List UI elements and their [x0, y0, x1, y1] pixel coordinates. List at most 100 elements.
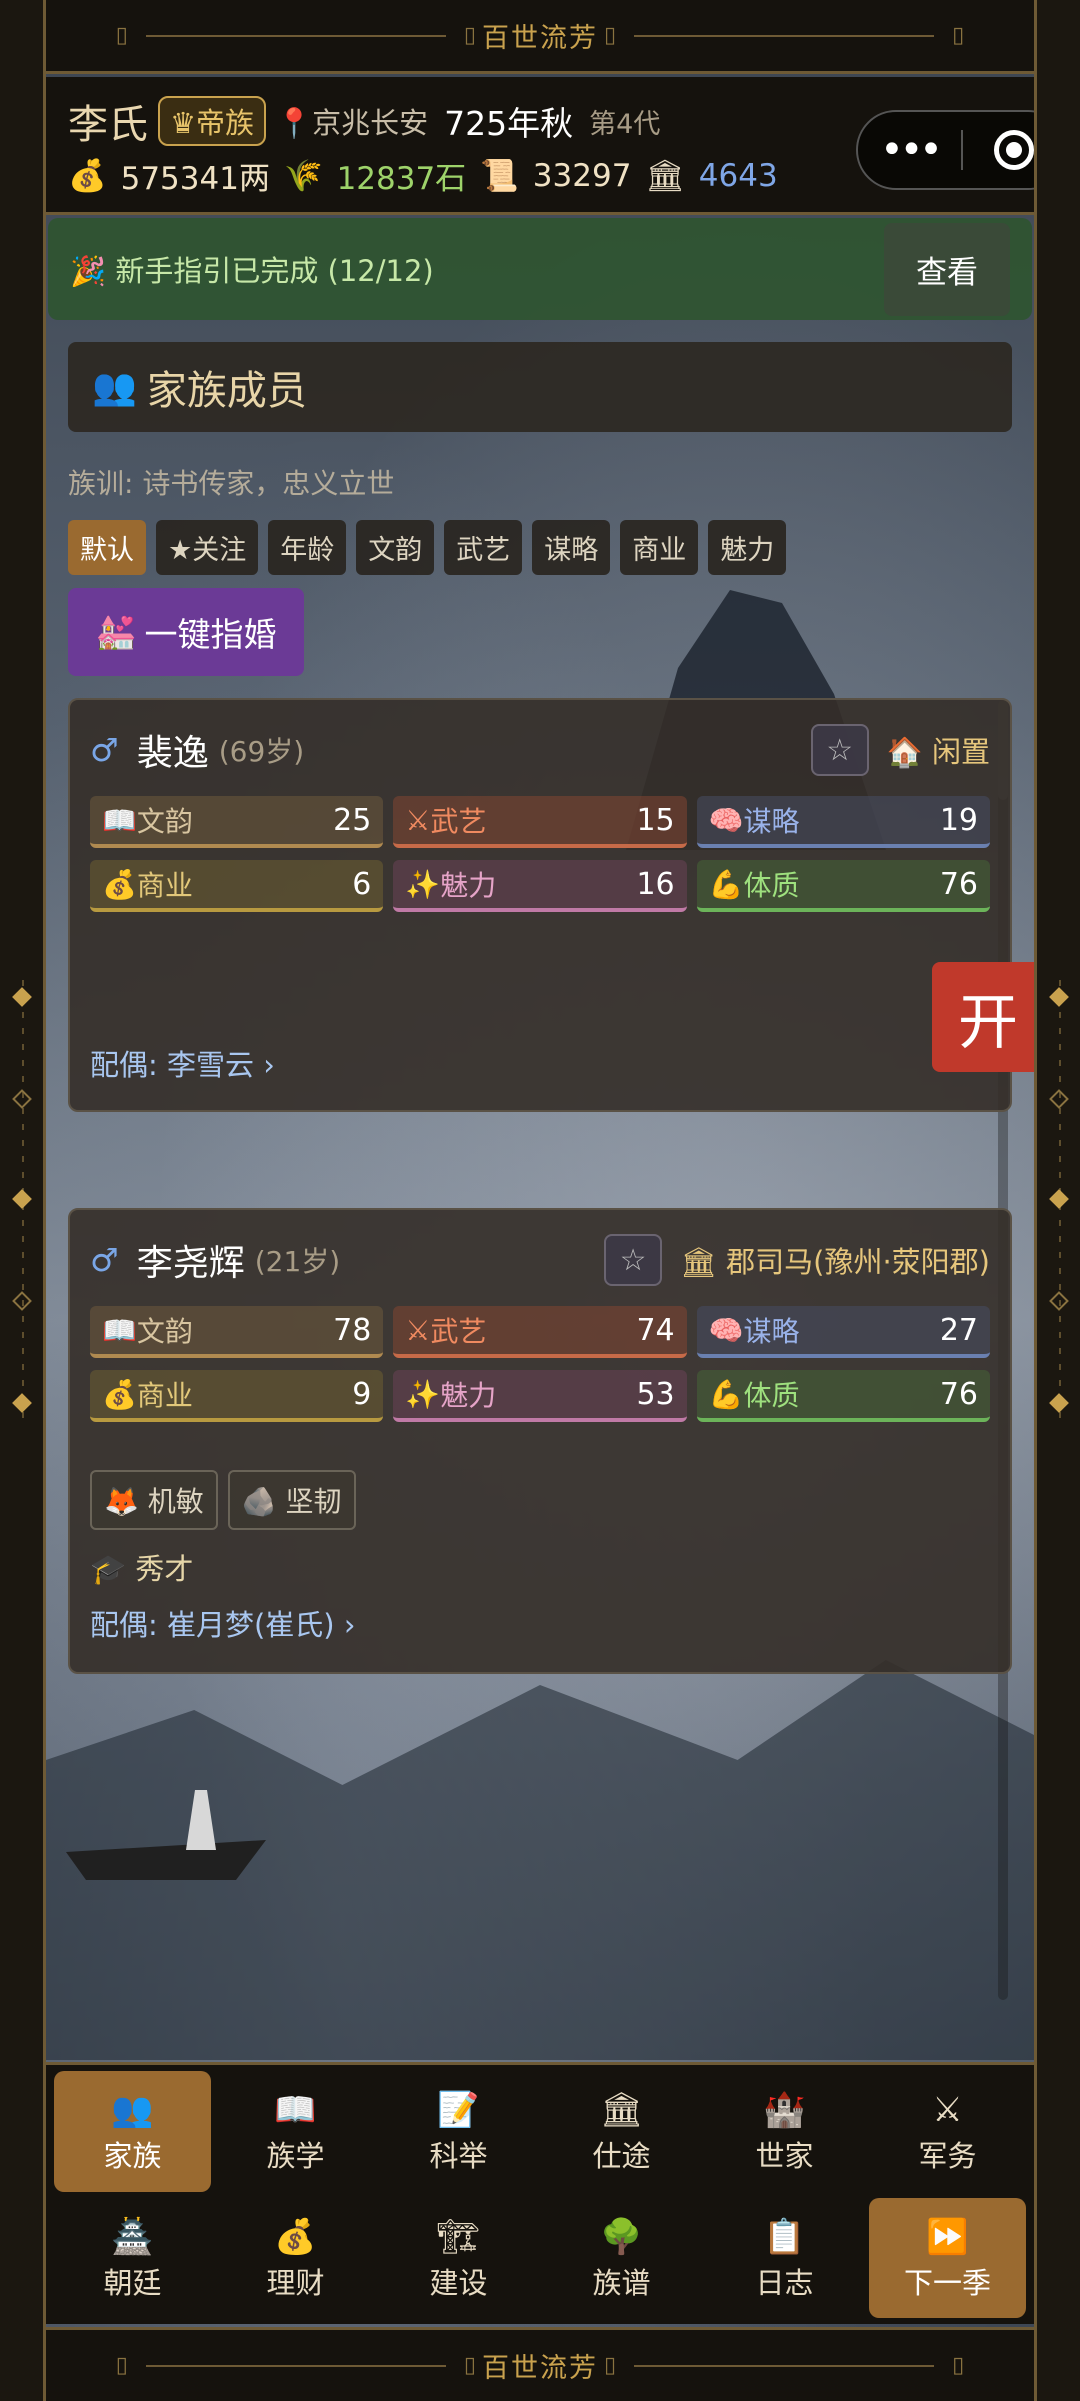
- rank-label: 帝族: [196, 106, 255, 140]
- filter-mei[interactable]: 魅力: [708, 520, 787, 575]
- location-label: 京兆长安: [312, 106, 429, 140]
- nav-label: 理财: [266, 2265, 325, 2300]
- nav-court[interactable]: 🏯 朝廷: [54, 2198, 211, 2319]
- pin-icon: 📍: [276, 106, 313, 140]
- filter-shang[interactable]: 商业: [620, 520, 699, 575]
- filter-age[interactable]: 年龄: [268, 520, 347, 575]
- diamond-ornament: [12, 1393, 32, 1413]
- view-guide-button[interactable]: 查看: [884, 222, 1010, 316]
- open-float-button[interactable]: 开: [932, 962, 1034, 1072]
- family-icon: 👥: [111, 2090, 154, 2131]
- member-role: 🏛 郡司马(豫州·荥阳郡): [680, 1239, 990, 1281]
- stat-value: 78: [333, 1312, 372, 1348]
- banner-line: [145, 2364, 446, 2367]
- nav-family[interactable]: 👥 家族: [54, 2071, 211, 2192]
- family-icon: 👥: [92, 367, 137, 408]
- stat-label: 武艺: [430, 805, 487, 838]
- trait-badge[interactable]: 🦊 机敏: [90, 1470, 218, 1530]
- favorite-star-icon[interactable]: ☆: [810, 724, 869, 776]
- stat-label: 谋略: [743, 805, 800, 838]
- location[interactable]: 📍京兆长安: [276, 100, 428, 142]
- stat-value: 16: [636, 866, 675, 902]
- crown-icon: ♛: [170, 106, 196, 140]
- app-screen: ▯ ▯ 百世流芳 ▯ ▯ 李氏 ♛帝族 📍京兆长安 725年秋 第4代 💰 575…: [46, 0, 1034, 2401]
- nav-finance[interactable]: 💰 理财: [217, 2198, 374, 2319]
- nav-clans[interactable]: 🏰 世家: [706, 2071, 863, 2192]
- stat-label: 魅力: [440, 1379, 497, 1412]
- stat-label: 魅力: [440, 869, 497, 902]
- sparkle-icon: ✨: [405, 1377, 441, 1411]
- stat-value: 27: [939, 1312, 978, 1348]
- nav-label: 朝廷: [103, 2265, 162, 2300]
- filter-default[interactable]: 默认: [68, 520, 146, 575]
- trait-badge[interactable]: 🪨 坚韧: [227, 1470, 356, 1530]
- stat-value: 25: [333, 802, 372, 838]
- section-header: 👥 家族成员: [68, 342, 1012, 432]
- nav-official[interactable]: 🏛 仕途: [543, 2071, 700, 2192]
- banner-ornament: ▯: [952, 2353, 965, 2378]
- fox-icon: 🦊: [104, 1485, 148, 1518]
- trait-label: 机敏: [147, 1485, 204, 1518]
- filter-wen[interactable]: 文韵: [356, 520, 435, 575]
- nav-build[interactable]: 🏗 建设: [380, 2198, 537, 2319]
- nav-label: 科举: [429, 2139, 488, 2174]
- banner-line: [634, 2364, 935, 2367]
- hall-icon: 🏛: [645, 158, 685, 194]
- brain-icon: 🧠: [708, 1313, 744, 1347]
- next-season-button[interactable]: ⏩ 下一季: [869, 2197, 1026, 2318]
- right-frame-rail: [1034, 0, 1080, 2401]
- game-date: 725年秋: [444, 104, 574, 143]
- member-card[interactable]: ♂ 裴逸 (69岁) ☆ 🏠 闲置 📖 文韵 25 ⚔ 武艺 15 🧠 谋略 19 💰…: [68, 698, 1012, 1112]
- diamond-ornament: [12, 987, 32, 1007]
- nav-genealogy[interactable]: 🌳 族谱: [543, 2198, 700, 2319]
- top-banner: ▯ ▯ 百世流芳 ▯ ▯: [46, 0, 1034, 74]
- rock-icon: 🪨: [241, 1485, 286, 1518]
- nav-label: 下一季: [903, 2265, 991, 2300]
- tree-icon: 🌳: [600, 2216, 643, 2257]
- stat-mou: 🧠 谋略 27: [696, 1306, 990, 1358]
- scholar-title: 🎓 秀才: [90, 1546, 990, 1588]
- log-icon: 📋: [763, 2216, 806, 2257]
- rank-badge: ♛帝族: [158, 96, 267, 146]
- bottom-banner: ▯ ▯ 百世流芳 ▯ ▯: [46, 2327, 1034, 2401]
- title-label: 秀才: [135, 1552, 194, 1586]
- money-bag-icon: 💰: [102, 867, 137, 901]
- trait-label: 坚韧: [285, 1485, 342, 1518]
- banner-ornament: ▯: [952, 23, 965, 48]
- book-icon: 📖: [102, 1313, 137, 1347]
- nav-label: 建设: [429, 2265, 488, 2300]
- stats-grid: 📖 文韵 25 ⚔ 武艺 15 🧠 谋略 19 💰 商业 6 ✨ 魅力 16 💪 体质 76: [90, 796, 990, 912]
- banner-line: [145, 34, 446, 37]
- filter-wu[interactable]: 武艺: [444, 520, 523, 575]
- clan-name: 李氏: [68, 102, 148, 148]
- section-title: 家族成员: [146, 368, 307, 414]
- more-icon[interactable]: •••: [858, 127, 961, 173]
- nav-exam[interactable]: 📝 科举: [380, 2071, 537, 2192]
- party-icon: 🎉: [70, 254, 116, 288]
- nav-log[interactable]: 📋 日志: [706, 2198, 863, 2319]
- member-age: (21岁): [254, 1245, 341, 1278]
- guide-text: 🎉 新手指引已完成 (12/12): [70, 248, 884, 290]
- nav-label: 世家: [755, 2139, 814, 2174]
- stat-value: 15: [636, 802, 675, 838]
- nav-military[interactable]: ⚔ 军务: [869, 2071, 1026, 2192]
- brain-icon: 🧠: [708, 803, 744, 837]
- diamond-ornament: [1049, 1189, 1069, 1209]
- banner-ornament: ▯: [115, 23, 128, 48]
- favorite-star-icon[interactable]: ☆: [604, 1234, 663, 1286]
- muscle-icon: 💪: [708, 1377, 744, 1411]
- castle-icon: 🏰: [763, 2090, 806, 2131]
- filter-favorite[interactable]: ★关注: [156, 520, 259, 575]
- money-icon: 💰: [274, 2216, 317, 2257]
- filter-mou[interactable]: 谋略: [532, 520, 611, 575]
- close-target-icon[interactable]: [963, 130, 1034, 170]
- stat-wen: 📖 文韵 78: [90, 1306, 384, 1358]
- member-card[interactable]: ♂ 李尧辉 (21岁) ☆ 🏛 郡司马(豫州·荥阳郡) 📖 文韵 78 ⚔ 武艺 7…: [68, 1208, 1012, 1674]
- stat-label: 商业: [136, 1379, 193, 1412]
- nav-school[interactable]: 📖 族学: [217, 2071, 374, 2192]
- banner-ornament: ▯: [463, 2353, 476, 2378]
- auto-marry-button[interactable]: 💒 一键指婚: [68, 588, 304, 676]
- wedding-icon: 💒: [95, 612, 137, 651]
- spouse-link[interactable]: 配偶: 李雪云 ›: [90, 1042, 990, 1084]
- spouse-link[interactable]: 配偶: 崔月梦(崔氏) ›: [90, 1602, 990, 1644]
